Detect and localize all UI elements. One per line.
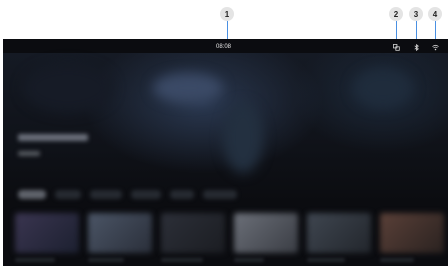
hero-banner[interactable] xyxy=(3,53,448,203)
category-chip[interactable] xyxy=(170,190,194,199)
status-clock: 08:08 xyxy=(216,44,232,50)
content-card[interactable] xyxy=(307,213,371,253)
card-caption-blurred xyxy=(88,258,124,262)
content-card[interactable] xyxy=(234,213,298,253)
card-caption-blurred xyxy=(380,258,414,262)
card-caption-blurred xyxy=(307,258,345,262)
callout-3: 3 xyxy=(409,7,423,21)
tv-screen: 08:08 xyxy=(3,39,448,266)
hero-art-blob xyxy=(23,63,113,113)
callout-4: 4 xyxy=(428,7,442,21)
content-card[interactable] xyxy=(88,213,152,253)
callout-2: 2 xyxy=(389,7,403,21)
callout-1: 1 xyxy=(220,7,234,21)
card-caption-blurred xyxy=(15,258,55,262)
notifications-icon[interactable] xyxy=(393,44,400,51)
wifi-icon[interactable] xyxy=(432,44,439,51)
category-chip[interactable] xyxy=(18,190,46,199)
hero-art-blob xyxy=(153,73,223,103)
hero-art-blob xyxy=(353,68,413,108)
card-caption-blurred xyxy=(234,258,264,262)
category-chip[interactable] xyxy=(131,190,161,199)
hero-subtitle-blurred xyxy=(18,151,40,156)
category-chip[interactable] xyxy=(90,190,122,199)
content-card[interactable] xyxy=(161,213,225,253)
hero-art-blob xyxy=(223,103,263,173)
content-card[interactable] xyxy=(15,213,79,253)
hero-title-blurred xyxy=(18,134,88,141)
category-chip[interactable] xyxy=(55,190,81,199)
content-card[interactable] xyxy=(380,213,444,253)
card-caption-blurred xyxy=(161,258,203,262)
category-chip[interactable] xyxy=(203,190,237,199)
bluetooth-icon[interactable] xyxy=(413,44,420,51)
